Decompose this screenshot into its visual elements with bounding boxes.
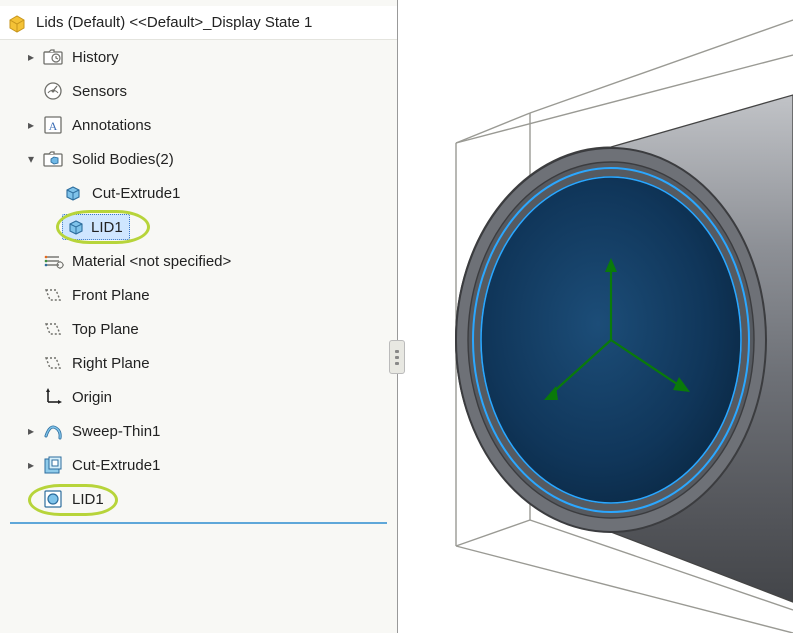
tree-item-cut-extrude-feature[interactable]: ▸ Cut-Extrude1 — [0, 448, 397, 482]
tree-label: Cut-Extrude1 — [88, 185, 180, 202]
svg-text:A: A — [49, 119, 58, 133]
rollback-bar[interactable] — [10, 522, 387, 524]
tree-label: Sweep-Thin1 — [68, 423, 160, 440]
tree-label: Cut-Extrude1 — [68, 457, 160, 474]
collapse-icon[interactable]: ▾ — [24, 152, 38, 166]
lid-feature-icon — [42, 488, 64, 510]
material-icon — [42, 250, 64, 272]
panel-resize-handle[interactable] — [389, 340, 405, 374]
tree-item-lid1-body[interactable]: LID1 — [0, 210, 397, 244]
tree-root-row[interactable]: Lids (Default) <<Default>_Display State … — [0, 6, 397, 40]
expand-icon[interactable]: ▸ — [24, 50, 38, 64]
tree-item-front-plane[interactable]: ▸ Front Plane — [0, 278, 397, 312]
plane-icon — [42, 284, 64, 306]
tree-item-lid1-feature[interactable]: ▸ LID1 — [0, 482, 397, 516]
tree-item-history[interactable]: ▸ History — [0, 40, 397, 74]
cut-extrude-icon — [42, 454, 64, 476]
tree-label: History — [68, 49, 119, 66]
annotations-icon: A — [42, 114, 64, 136]
folder-bodies-icon — [42, 148, 64, 170]
body-icon — [62, 182, 84, 204]
tree-label: LID1 — [68, 491, 104, 508]
body-icon — [65, 216, 87, 238]
tree-label: Origin — [68, 389, 112, 406]
expand-icon[interactable]: ▸ — [24, 458, 38, 472]
tree-item-annotations[interactable]: ▸ A Annotations — [0, 108, 397, 142]
tree-item-cut-extrude-body[interactable]: Cut-Extrude1 — [0, 176, 397, 210]
tree-item-sensors[interactable]: ▸ Sensors — [0, 74, 397, 108]
tree-label: Material <not specified> — [68, 253, 231, 270]
expand-icon[interactable]: ▸ — [24, 424, 38, 438]
tree-label: Solid Bodies(2) — [68, 151, 174, 168]
sensors-icon — [42, 80, 64, 102]
folder-history-icon — [42, 46, 64, 68]
tree-item-material[interactable]: ▸ Material <not specified> — [0, 244, 397, 278]
tree-label: Top Plane — [68, 321, 139, 338]
sweep-icon — [42, 420, 64, 442]
plane-icon — [42, 318, 64, 340]
tree-label: Sensors — [68, 83, 127, 100]
feature-tree-panel: Lids (Default) <<Default>_Display State … — [0, 0, 398, 633]
tree-label: Right Plane — [68, 355, 150, 372]
part-icon — [6, 12, 28, 34]
plane-icon — [42, 352, 64, 374]
origin-icon — [42, 386, 64, 408]
tree-item-origin[interactable]: ▸ Origin — [0, 380, 397, 414]
expand-icon[interactable]: ▸ — [24, 118, 38, 132]
graphics-viewport[interactable] — [398, 0, 793, 633]
tree-item-solid-bodies[interactable]: ▾ Solid Bodies(2) — [0, 142, 397, 176]
tree-label: LID1 — [87, 219, 123, 236]
tree-item-sweep-thin[interactable]: ▸ Sweep-Thin1 — [0, 414, 397, 448]
model-render — [398, 0, 793, 633]
tree-label: Front Plane — [68, 287, 150, 304]
tree-root-label: Lids (Default) <<Default>_Display State … — [32, 14, 312, 31]
tree-item-top-plane[interactable]: ▸ Top Plane — [0, 312, 397, 346]
tree-label: Annotations — [68, 117, 151, 134]
tree-item-right-plane[interactable]: ▸ Right Plane — [0, 346, 397, 380]
